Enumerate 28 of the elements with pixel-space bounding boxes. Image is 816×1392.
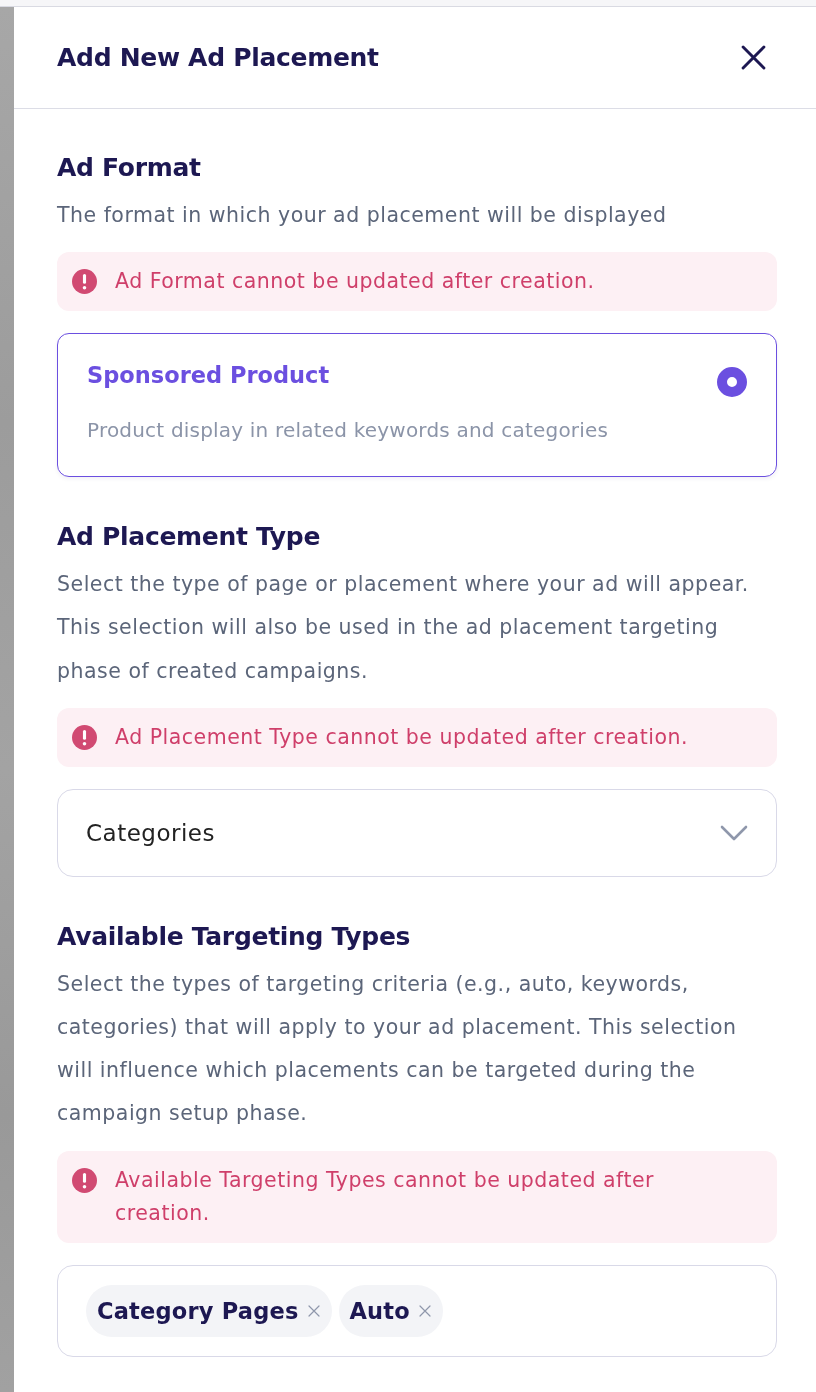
section-description: The format in which your ad placement will be displayed xyxy=(57,202,668,229)
drawer-title: Add New Ad Placement xyxy=(57,43,379,72)
alert-text: Ad Placement Type cannot be updated after creation. xyxy=(115,723,688,751)
section-heading: Ad Format xyxy=(57,152,202,184)
section-heading: Ad Placement Type xyxy=(57,521,322,554)
radio-button[interactable] xyxy=(717,367,747,398)
remove-tag-button[interactable] xyxy=(418,1304,431,1317)
targeting-types-field[interactable]: Category Pages Auto xyxy=(57,1264,777,1357)
option-title: Sponsored Product xyxy=(87,361,331,391)
tag-label: Category Pages xyxy=(97,1297,299,1324)
tag-label: Auto xyxy=(349,1297,410,1324)
alert-icon xyxy=(72,724,97,750)
alert-text: Available Targeting Types cannot be updated after creation. xyxy=(115,1166,656,1227)
close-icon xyxy=(741,45,766,70)
chevron-down-icon xyxy=(720,824,748,841)
alert-text: Ad Format cannot be updated after creation. xyxy=(115,268,595,296)
section-description: Select the types of targeting criteria (e.g., auto, keywords, categories) that will apply to your ad placement. This selection will influence which placements can be targeted during the campaign setup phase. xyxy=(57,970,738,1128)
option-description: Product display in related keywords and categories xyxy=(87,417,609,445)
alert-icon xyxy=(72,269,97,295)
section-heading: Available Targeting Types xyxy=(57,920,412,953)
remove-icon xyxy=(307,1304,320,1317)
remove-icon xyxy=(418,1304,431,1317)
close-button[interactable] xyxy=(741,45,766,70)
placement-type-select[interactable]: Categories xyxy=(57,788,777,877)
alert-icon xyxy=(72,1167,97,1193)
section-description: Select the type of page or placement where your ad will appear. This selection will also be used in the ad placement targeting phase of created campaigns. xyxy=(57,571,750,685)
remove-tag-button[interactable] xyxy=(307,1304,320,1317)
format-option-card[interactable]: Sponsored Product Product display in related keywords and categories xyxy=(57,333,777,478)
